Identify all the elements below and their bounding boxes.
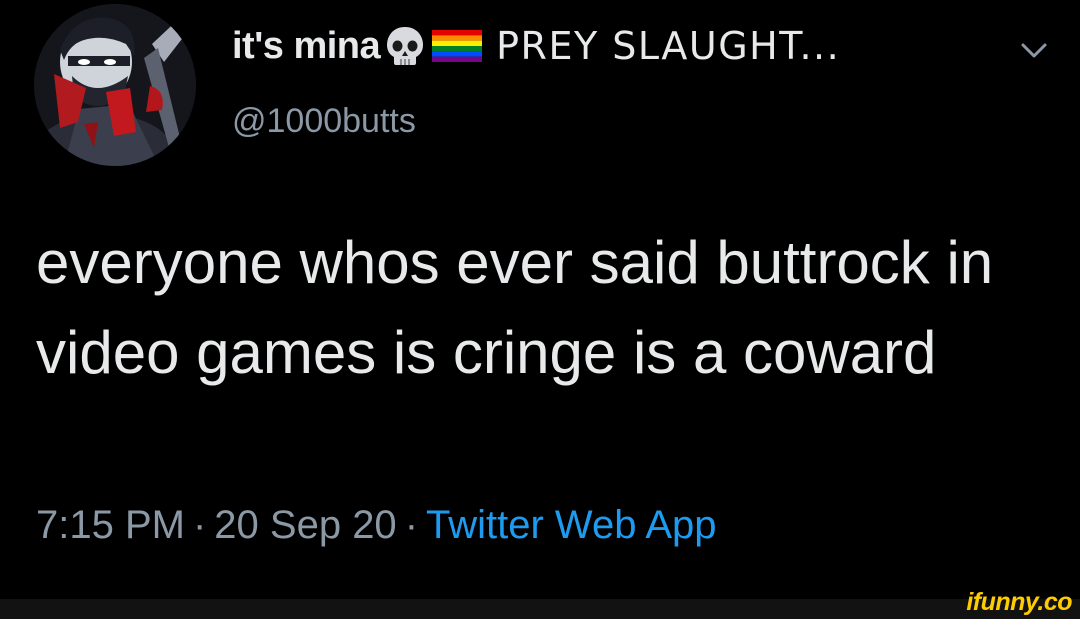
tweet-text: everyone whos ever said buttrock in vide…	[36, 229, 994, 386]
display-name[interactable]: it's mina	[232, 25, 381, 68]
user-handle[interactable]: @1000butts	[232, 102, 416, 141]
tweet-meta: 7:15 PM · 20 Sep 20 · Twitter Web App	[36, 503, 717, 548]
footer-bar	[0, 599, 1080, 619]
avatar[interactable]	[34, 4, 196, 166]
meta-separator: ·	[404, 503, 419, 547]
tweet-date[interactable]: 20 Sep 20	[214, 503, 396, 547]
tweet-time[interactable]: 7:15 PM	[36, 503, 185, 547]
display-name-suffix[interactable]: PREY SLAUGHT...	[496, 24, 840, 68]
tweet-source-link[interactable]: Twitter Web App	[426, 503, 717, 547]
display-name-row[interactable]: it's mina PREY SLAUGHT...	[232, 18, 840, 74]
chevron-down-icon[interactable]	[1018, 34, 1050, 66]
rainbow-flag-emoji	[432, 30, 483, 62]
ifunny-watermark: ifunny.co	[966, 588, 1072, 616]
skull-emoji	[384, 25, 426, 67]
meta-separator: ·	[192, 503, 207, 547]
